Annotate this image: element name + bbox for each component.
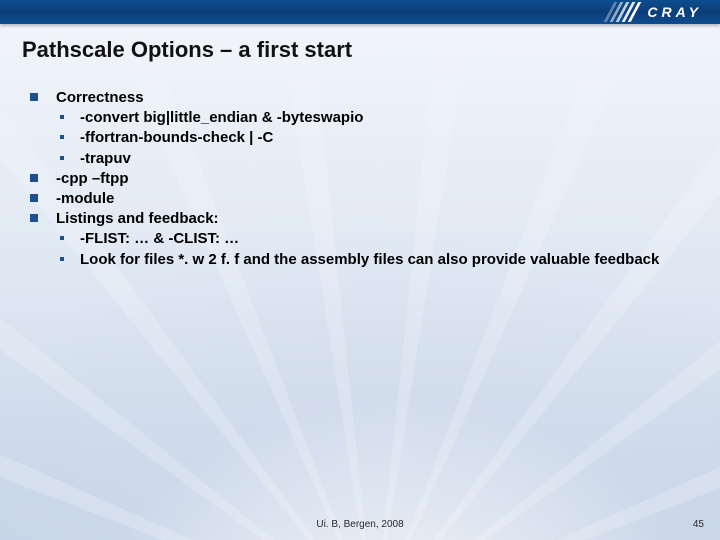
footer-text: Ui. B, Bergen, 2008	[0, 519, 720, 530]
list-item: -cpp –ftpp	[28, 169, 692, 188]
page-number: 45	[693, 519, 704, 530]
slide: CRAY Pathscale Options – a first start C…	[0, 0, 720, 540]
sub-list: -convert big|little_endian & -byteswapio…	[56, 108, 692, 168]
slide-title: Pathscale Options – a first start	[22, 37, 352, 63]
sub-list-item: -ffortran-bounds-check | -C	[56, 128, 692, 147]
sub-list-item: -FLIST: … & -CLIST: …	[56, 229, 692, 248]
list-item: Listings and feedback: -FLIST: … & -CLIS…	[28, 209, 692, 269]
slide-content: Correctness -convert big|little_endian &…	[28, 88, 692, 270]
brand-slashes-icon	[609, 4, 643, 20]
list-item-text: Listings and feedback:	[56, 210, 219, 227]
sub-list-item: Look for files *. w 2 f. f and the assem…	[56, 250, 692, 269]
bullet-list: Correctness -convert big|little_endian &…	[28, 88, 692, 269]
top-bar: CRAY	[0, 0, 720, 24]
list-item: Correctness -convert big|little_endian &…	[28, 88, 692, 168]
brand-text: CRAY	[647, 4, 702, 20]
list-item: -module	[28, 189, 692, 208]
background-rays	[0, 0, 720, 540]
sub-list-item: -trapuv	[56, 149, 692, 168]
sub-list: -FLIST: … & -CLIST: … Look for files *. …	[56, 229, 692, 268]
sub-list-item: -convert big|little_endian & -byteswapio	[56, 108, 692, 127]
list-item-text: Correctness	[56, 89, 144, 106]
brand-logo: CRAY	[633, 4, 702, 20]
list-item-text: -cpp –ftpp	[56, 170, 129, 187]
list-item-text: -module	[56, 190, 114, 207]
